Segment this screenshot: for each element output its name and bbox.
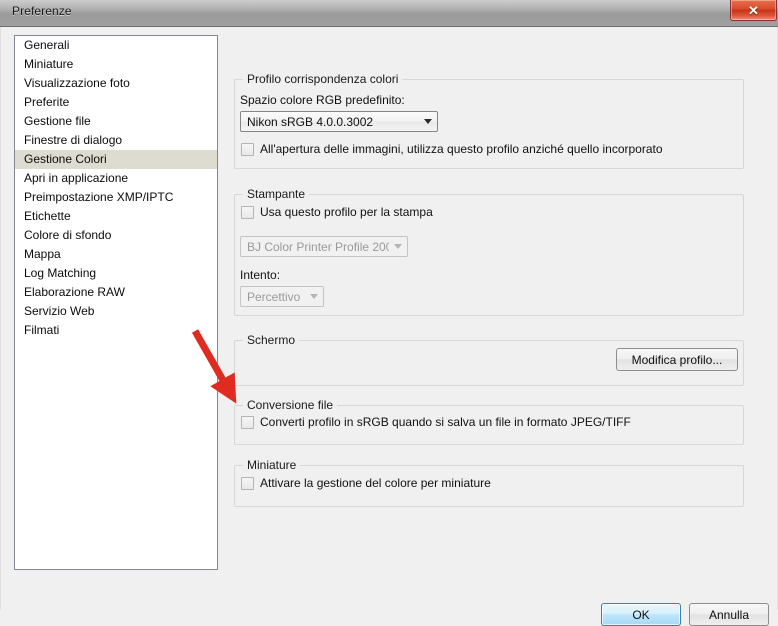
checkbox-box-icon	[241, 476, 254, 490]
sidebar-item[interactable]: Finestre di dialogo	[15, 131, 217, 150]
chevron-down-icon	[389, 244, 407, 249]
sidebar-item[interactable]: Filmati	[15, 321, 217, 340]
dialog-client-area: Generali Miniature Visualizzazione foto Pre…	[0, 27, 778, 626]
checkbox-label-enable-thumbnail-color-management: Attivare la gestione del colore per mini…	[260, 476, 491, 490]
group-title-display: Schermo	[243, 333, 300, 347]
sidebar-item[interactable]: Gestione file	[15, 112, 217, 131]
checkbox-enable-thumbnail-color-management[interactable]: Attivare la gestione del colore per mini…	[241, 476, 491, 490]
sidebar-item[interactable]: Preferite	[15, 93, 217, 112]
window-title: Preferenze	[12, 4, 72, 18]
sidebar-item[interactable]: Gestione Colori	[15, 150, 217, 169]
checkbox-box-icon	[241, 205, 254, 219]
edit-profile-button[interactable]: Modifica profilo...	[616, 348, 738, 371]
checkbox-use-profile-on-open[interactable]: All'apertura delle immagini, utilizza qu…	[241, 142, 663, 156]
close-icon: ✕	[748, 2, 759, 18]
sidebar-item[interactable]: Apri in applicazione	[15, 169, 217, 188]
sidebar-item[interactable]: Etichette	[15, 207, 217, 226]
sidebar-item[interactable]: Mappa	[15, 245, 217, 264]
checkbox-label-use-profile-on-open: All'apertura delle immagini, utilizza qu…	[260, 142, 663, 156]
sidebar-item[interactable]: Servizio Web	[15, 302, 217, 321]
sidebar-item[interactable]: Log Matching	[15, 264, 217, 283]
checkbox-box-icon	[241, 142, 254, 156]
close-button[interactable]: ✕	[730, 0, 777, 21]
intent-value: Percettivo	[247, 289, 301, 304]
sidebar-item[interactable]: Elaborazione RAW	[15, 283, 217, 302]
group-title-file-conversion: Conversione file	[243, 398, 338, 412]
preferences-dialog: Preferenze ✕ Generali Miniature Visualizza…	[0, 0, 778, 626]
checkbox-box-icon	[241, 415, 254, 429]
sidebar-item[interactable]: Colore di sfondo	[15, 226, 217, 245]
label-rgb-color-space: Spazio colore RGB predefinito:	[240, 93, 405, 107]
title-bar-sheen	[0, 0, 778, 12]
checkbox-use-profile-for-printing[interactable]: Usa questo profilo per la stampa	[241, 205, 433, 219]
group-title-color-matching-profile: Profilo corrispondenza colori	[243, 72, 403, 86]
cancel-button[interactable]: Annulla	[689, 603, 769, 626]
checkbox-convert-to-srgb[interactable]: Converti profilo in sRGB quando si salva…	[241, 415, 631, 429]
sidebar-item[interactable]: Preimpostazione XMP/IPTC	[15, 188, 217, 207]
checkbox-label-use-profile-for-printing: Usa questo profilo per la stampa	[260, 205, 433, 219]
checkbox-label-convert-to-srgb: Converti profilo in sRGB quando si salva…	[260, 415, 631, 429]
group-title-thumbnails: Miniature	[243, 458, 301, 472]
rgb-color-space-value: Nikon sRGB 4.0.0.3002	[247, 114, 374, 129]
intent-combobox: Percettivo	[240, 286, 324, 307]
category-list[interactable]: Generali Miniature Visualizzazione foto Pre…	[14, 35, 218, 570]
title-bar: Preferenze ✕	[0, 0, 778, 27]
group-title-printer: Stampante	[243, 187, 310, 201]
sidebar-item[interactable]: Generali	[15, 36, 217, 55]
chevron-down-icon	[305, 294, 323, 299]
rgb-color-space-combobox[interactable]: Nikon sRGB 4.0.0.3002	[240, 111, 438, 132]
sidebar-item[interactable]: Miniature	[15, 55, 217, 74]
sidebar-item[interactable]: Visualizzazione foto	[15, 74, 217, 93]
label-intent: Intento:	[240, 268, 281, 282]
printer-profile-value: BJ Color Printer Profile 2000	[247, 239, 389, 254]
printer-profile-combobox: BJ Color Printer Profile 2000	[240, 236, 408, 257]
ok-button[interactable]: OK	[601, 603, 681, 626]
chevron-down-icon	[419, 119, 437, 124]
